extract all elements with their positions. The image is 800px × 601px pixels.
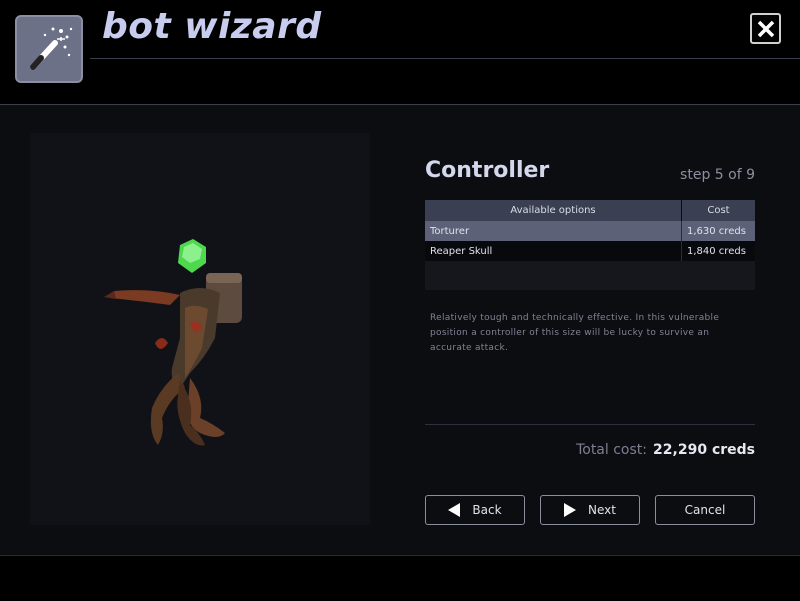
option-name: Torturer	[425, 221, 682, 241]
option-cost: 1,630 creds	[681, 221, 755, 241]
header-divider	[90, 58, 800, 59]
bot-preview	[30, 133, 370, 525]
magic-wand-icon	[15, 15, 83, 83]
wizard-header: bot wizard	[0, 0, 800, 105]
step-title: Controller	[425, 158, 550, 183]
close-icon	[757, 20, 774, 37]
total-cost-value: 22,290 creds	[653, 442, 755, 458]
wizard-panel: Controller step 5 of 9 Available options…	[0, 105, 800, 555]
divider	[425, 424, 755, 425]
cancel-button-label: Cancel	[684, 503, 726, 517]
next-button[interactable]: Next	[540, 495, 640, 525]
option-name: Reaper Skull	[425, 241, 682, 261]
table-row[interactable]: Reaper Skull 1,840 creds	[425, 241, 755, 261]
next-button-label: Next	[588, 503, 616, 517]
back-button[interactable]: Back	[425, 495, 525, 525]
step-counter: step 5 of 9	[680, 167, 755, 183]
arrow-right-icon	[564, 503, 577, 517]
cancel-button[interactable]: Cancel	[655, 495, 755, 525]
column-header-options: Available options	[425, 200, 682, 221]
bot-model-image	[104, 239, 242, 446]
option-cost: 1,840 creds	[681, 241, 755, 261]
total-cost-label: Total cost:	[576, 442, 647, 458]
table-header-row: Available options Cost	[425, 200, 755, 221]
option-description: Relatively tough and technically effecti…	[430, 313, 720, 353]
table-empty-row	[425, 261, 755, 290]
table-row[interactable]: Torturer 1,630 creds	[425, 221, 755, 241]
options-table: Available options Cost Torturer 1,630 cr…	[425, 200, 755, 290]
back-button-label: Back	[472, 503, 502, 517]
arrow-left-icon	[448, 503, 461, 517]
column-header-cost: Cost	[681, 200, 755, 221]
close-button[interactable]	[750, 13, 781, 44]
wizard-title: bot wizard	[102, 6, 322, 47]
wizard-footer	[0, 555, 800, 601]
